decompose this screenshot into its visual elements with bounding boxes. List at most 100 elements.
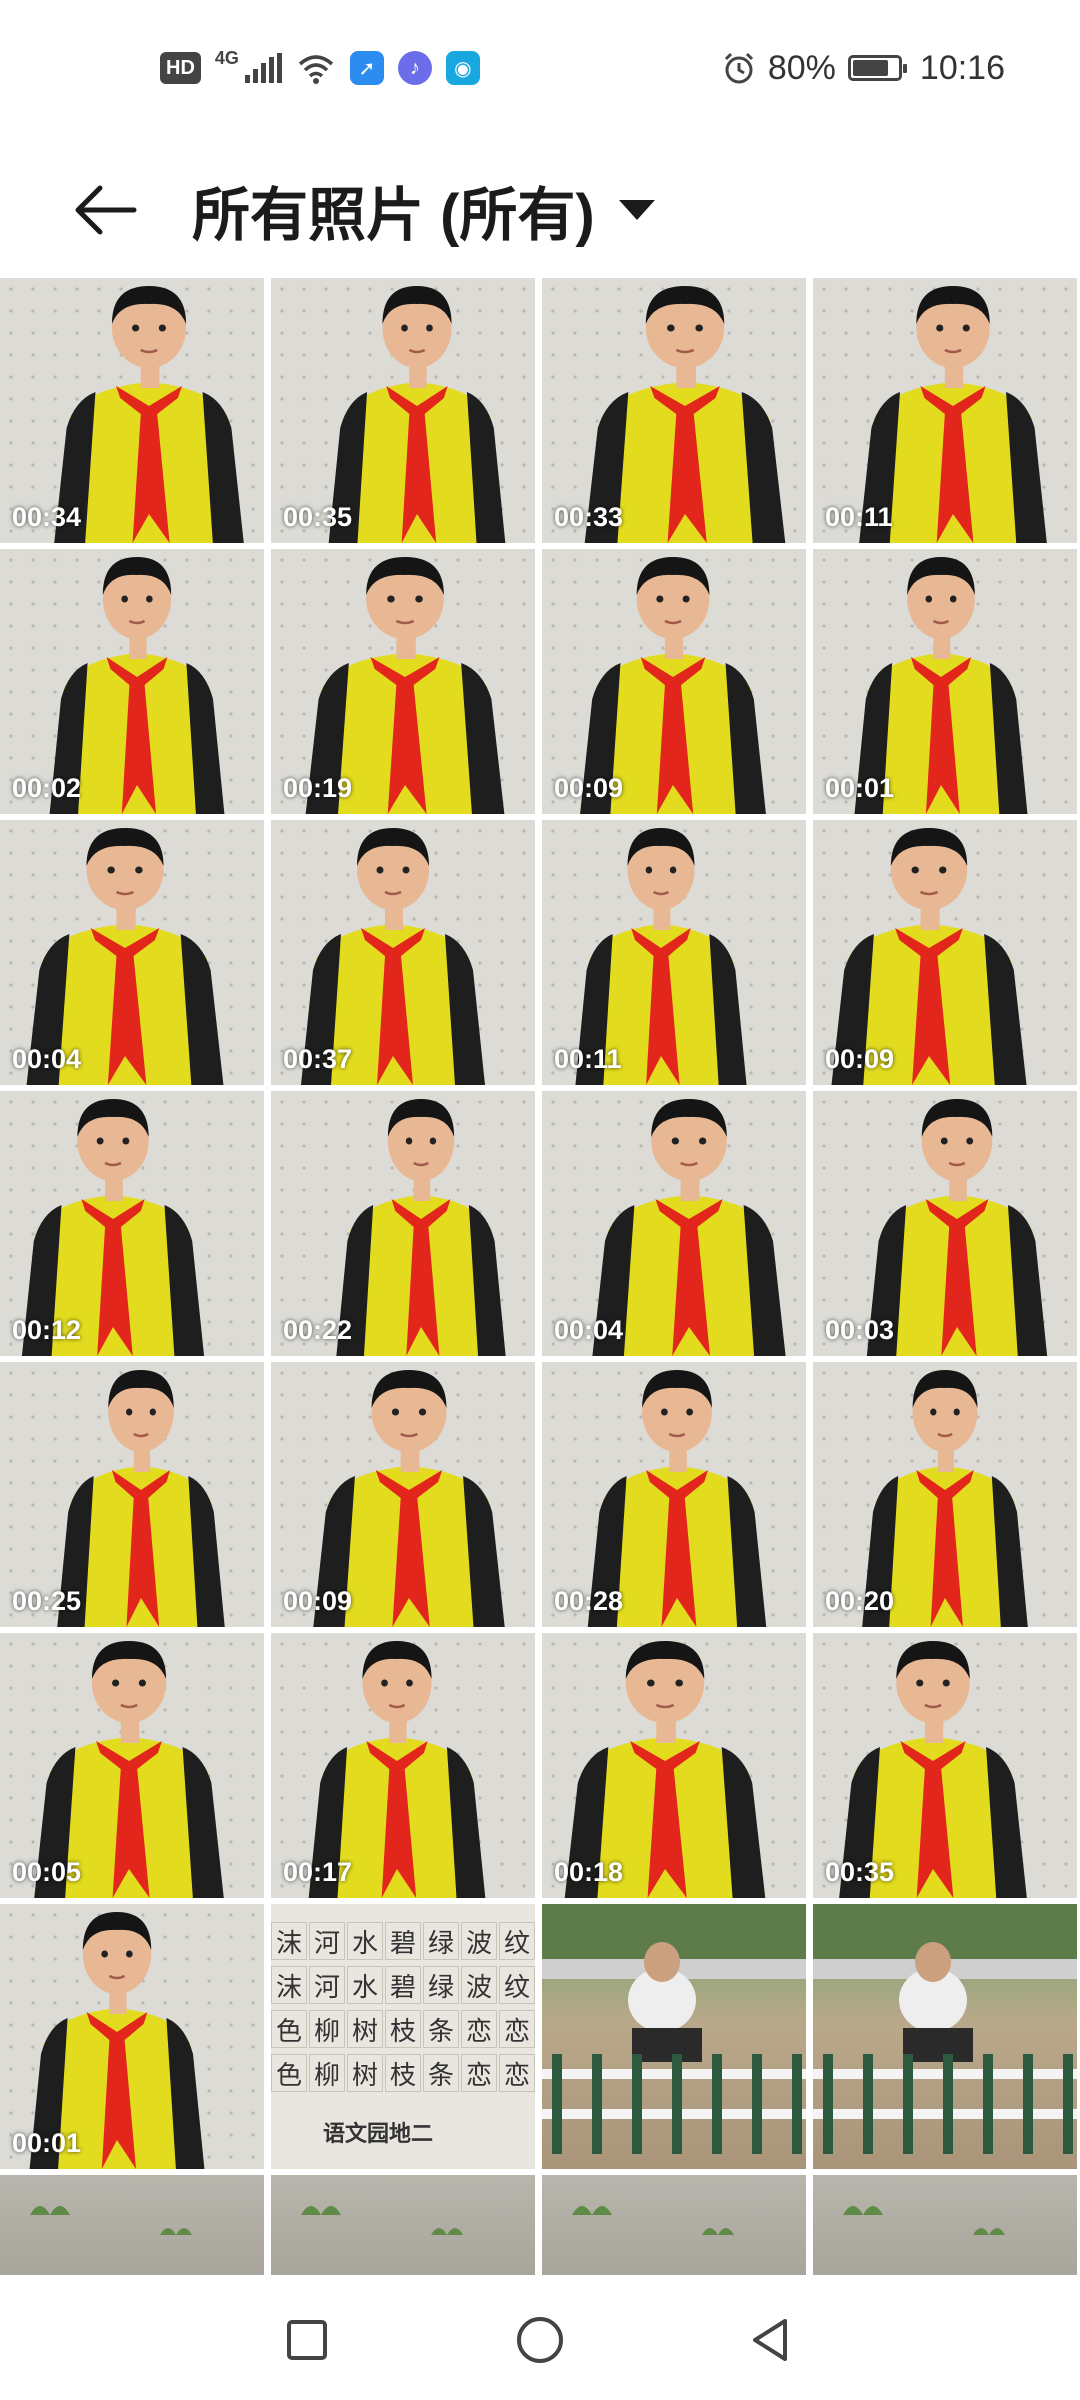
notebook-char: 沫 xyxy=(271,1922,307,1960)
video-thumbnail[interactable]: 00:12 xyxy=(0,1091,264,1356)
video-thumbnail[interactable]: 00:03 xyxy=(813,1091,1077,1356)
video-duration: 00:12 xyxy=(12,1315,82,1345)
video-thumbnail[interactable]: 00:18 xyxy=(542,1633,806,1898)
photo-thumbnail[interactable] xyxy=(0,2175,264,2275)
garden-scene xyxy=(813,1904,1077,2154)
video-thumbnail[interactable]: 00:35 xyxy=(271,278,535,543)
notebook-char: 河 xyxy=(309,1966,345,2004)
battery-percent: 80% xyxy=(767,48,836,87)
status-bar: HD 4G ➚ ♪ ◉ 80% 10:16 xyxy=(0,0,1080,140)
thumbnail-image xyxy=(271,2175,535,2275)
video-duration: 00:04 xyxy=(12,1044,82,1074)
video-thumbnail[interactable]: 00:22 xyxy=(271,1091,535,1356)
notebook-char: 树 xyxy=(347,2010,383,2048)
music-app-icon: ♪ xyxy=(397,51,432,85)
notebook-row: 沫河水碧绿波纹 xyxy=(271,1922,535,1960)
system-nav-bar xyxy=(0,2275,1080,2400)
app-notify-2-icon: ◉ xyxy=(445,51,480,85)
clock: 10:16 xyxy=(919,48,1005,87)
video-duration: 00:04 xyxy=(554,1315,624,1345)
video-thumbnail[interactable]: 00:25 xyxy=(0,1362,264,1627)
notebook-char: 树 xyxy=(347,2054,383,2092)
video-duration: 00:35 xyxy=(283,502,353,532)
notebook-char: 波 xyxy=(461,1966,497,2004)
photo-grid: 00:34 00:35 00:33 00:11 00:02 00:19 00:0… xyxy=(0,278,1080,2275)
video-thumbnail[interactable]: 00:11 xyxy=(542,820,806,1085)
video-duration: 00:33 xyxy=(554,502,624,532)
video-thumbnail[interactable]: 00:28 xyxy=(542,1362,806,1627)
video-thumbnail[interactable]: 00:05 xyxy=(0,1633,264,1898)
notebook-char: 碧 xyxy=(385,1922,421,1960)
back-button[interactable] xyxy=(60,170,150,250)
notebook-row: 沫河水碧绿波纹 xyxy=(271,1966,535,2004)
notebook-char: 波 xyxy=(461,1922,497,1960)
notebook-char: 恋 xyxy=(461,2010,497,2048)
video-duration: 00:09 xyxy=(283,1586,353,1616)
thumbnail-image: 沫河水碧绿波纹沫河水碧绿波纹色柳树枝条恋恋色柳树枝条恋恋 语文园地二 xyxy=(271,1904,535,2169)
triangle-down-icon xyxy=(618,200,655,220)
video-duration: 00:18 xyxy=(554,1857,624,1887)
video-thumbnail[interactable]: 00:04 xyxy=(0,820,264,1085)
notebook-row: 色柳树枝条恋恋 xyxy=(271,2010,535,2048)
photo-thumbnail[interactable]: 沫河水碧绿波纹沫河水碧绿波纹色柳树枝条恋恋色柳树枝条恋恋 语文园地二 xyxy=(271,1904,535,2169)
video-thumbnail[interactable]: 00:19 xyxy=(271,549,535,814)
video-thumbnail[interactable]: 00:09 xyxy=(813,820,1077,1085)
garden-scene xyxy=(542,1904,806,2154)
recents-button[interactable] xyxy=(272,2305,342,2375)
video-thumbnail[interactable]: 00:09 xyxy=(271,1362,535,1627)
video-thumbnail[interactable]: 00:01 xyxy=(813,549,1077,814)
notebook-char: 色 xyxy=(271,2010,307,2048)
notebook-char: 绿 xyxy=(423,1922,459,1960)
video-thumbnail[interactable]: 00:37 xyxy=(271,820,535,1085)
photo-thumbnail[interactable] xyxy=(542,1904,806,2169)
signal-bars-icon xyxy=(244,53,282,83)
notebook-char: 色 xyxy=(271,2054,307,2092)
album-selector[interactable]: 所有照片 (所有) xyxy=(192,168,655,252)
video-thumbnail[interactable]: 00:20 xyxy=(813,1362,1077,1627)
page-title: 所有照片 (所有) xyxy=(192,183,595,248)
home-button[interactable] xyxy=(505,2305,575,2375)
video-duration: 00:05 xyxy=(12,1857,82,1887)
video-thumbnail[interactable]: 00:35 xyxy=(813,1633,1077,1898)
app-notify-1-icon: ➚ xyxy=(349,51,384,85)
video-thumbnail[interactable]: 00:04 xyxy=(542,1091,806,1356)
video-duration: 00:20 xyxy=(825,1586,895,1616)
video-thumbnail[interactable]: 00:17 xyxy=(271,1633,535,1898)
app-header: 所有照片 (所有) xyxy=(0,140,1080,280)
notebook-char: 恋 xyxy=(499,2010,535,2048)
back-triangle-icon xyxy=(753,2319,787,2361)
battery-icon xyxy=(847,55,907,81)
video-duration: 00:35 xyxy=(825,1857,895,1887)
notebook-char: 水 xyxy=(347,1922,383,1960)
notebook-char: 条 xyxy=(423,2010,459,2048)
video-thumbnail[interactable]: 00:11 xyxy=(813,278,1077,543)
notebook-char: 条 xyxy=(423,2054,459,2092)
soil-scene xyxy=(301,2206,463,2235)
photo-thumbnail[interactable] xyxy=(813,1904,1077,2169)
photo-thumbnail[interactable] xyxy=(813,2175,1077,2275)
home-circle-icon xyxy=(517,2317,563,2363)
video-duration: 00:11 xyxy=(825,502,893,532)
video-thumbnail[interactable]: 00:01 xyxy=(0,1904,264,2169)
notebook-char: 恋 xyxy=(499,2054,535,2092)
notebook-char: 纹 xyxy=(499,1922,535,1960)
video-thumbnail[interactable]: 00:09 xyxy=(542,549,806,814)
network-type-label: 4G xyxy=(214,47,239,68)
photo-thumbnail[interactable] xyxy=(542,2175,806,2275)
notebook-char: 绿 xyxy=(423,1966,459,2004)
notebook-char: 恋 xyxy=(461,2054,497,2092)
status-right-icons: 80% 10:16 xyxy=(722,44,1005,92)
video-duration: 00:25 xyxy=(12,1586,82,1616)
back-nav-button[interactable] xyxy=(735,2305,805,2375)
thumbnail-image xyxy=(0,2175,264,2275)
thumbnail-image xyxy=(813,1904,1077,2169)
thumbnail-image xyxy=(813,2175,1077,2275)
video-duration: 00:09 xyxy=(825,1044,895,1074)
photo-thumbnail[interactable] xyxy=(271,2175,535,2275)
video-duration: 00:22 xyxy=(283,1315,353,1345)
notebook-char: 纹 xyxy=(499,1966,535,2004)
video-thumbnail[interactable]: 00:02 xyxy=(0,549,264,814)
notebook-caption: 语文园地二 xyxy=(323,2121,434,2147)
video-thumbnail[interactable]: 00:33 xyxy=(542,278,806,543)
video-thumbnail[interactable]: 00:34 xyxy=(0,278,264,543)
